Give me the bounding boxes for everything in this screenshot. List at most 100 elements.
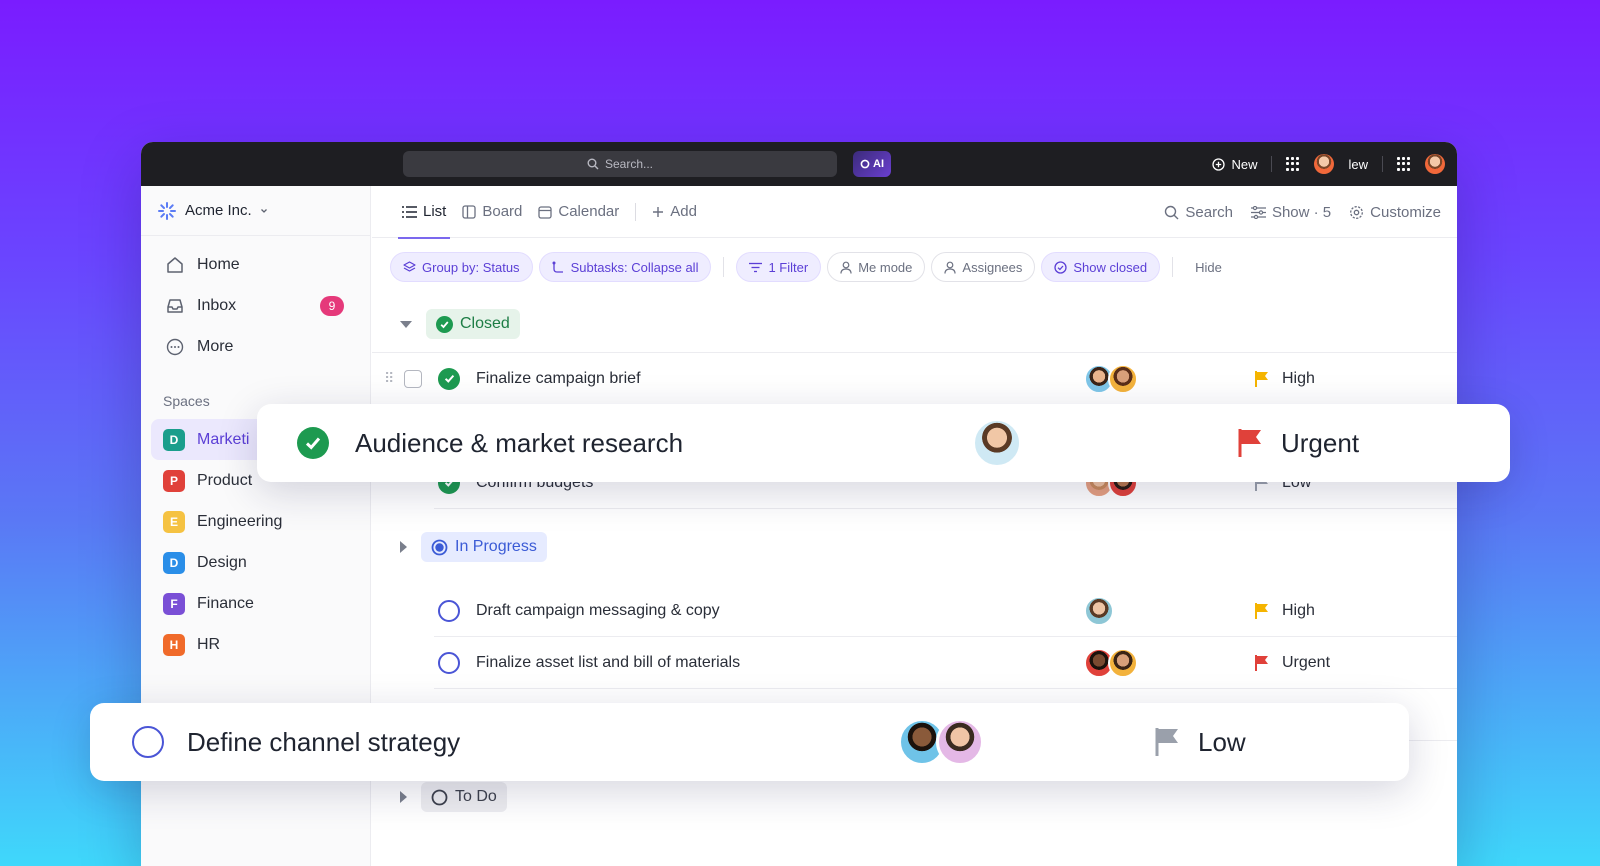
floating-task-card-channel[interactable]: Define channel strategy Low	[90, 703, 1409, 781]
status-open-icon[interactable]	[438, 599, 460, 622]
space-hr[interactable]: H HR	[141, 624, 370, 665]
nav-inbox[interactable]: Inbox 9	[141, 285, 370, 326]
space-finance[interactable]: F Finance	[141, 583, 370, 624]
gear-icon	[1350, 205, 1364, 219]
plus-circle-icon	[1212, 157, 1226, 171]
avatar[interactable]	[973, 419, 1021, 467]
apps-grid-icon[interactable]	[1397, 157, 1411, 171]
calendar-icon	[538, 205, 553, 219]
show-closed-label: Show closed	[1073, 259, 1148, 275]
apps-grid-icon[interactable]	[1286, 157, 1300, 171]
hide-button[interactable]: Hide	[1185, 260, 1232, 275]
priority-cell[interactable]: High	[1254, 370, 1315, 388]
inbox-icon	[165, 296, 185, 316]
task-name[interactable]: Finalize campaign brief	[476, 370, 641, 388]
assignees-label: Assignees	[962, 259, 1023, 275]
group-by-chip[interactable]: Group by: Status	[390, 252, 533, 282]
status-pill-todo: To Do	[421, 782, 507, 812]
status-todo-label: To Do	[455, 788, 497, 805]
flag-icon	[1155, 728, 1178, 756]
priority-label: Urgent	[1281, 427, 1360, 458]
flag-icon	[1255, 654, 1268, 671]
profile-avatar[interactable]	[1425, 154, 1445, 174]
space-engineering[interactable]: E Engineering	[141, 501, 370, 542]
space-engineering-icon: E	[163, 510, 185, 533]
add-view-button[interactable]: Add	[644, 186, 705, 238]
status-closed-label: Closed	[460, 315, 510, 332]
inbox-count-badge: 9	[320, 295, 344, 316]
chevron-right-icon[interactable]	[400, 791, 407, 803]
priority-cell[interactable]: High	[1254, 602, 1315, 620]
flag-icon	[1238, 429, 1261, 457]
divider	[1172, 257, 1174, 277]
user-avatar[interactable]	[1314, 154, 1335, 174]
tab-board[interactable]: Board	[454, 186, 530, 238]
status-in-progress-label: In Progress	[455, 538, 537, 555]
task-row[interactable]: ⠿ Finalize campaign brief High	[384, 353, 1457, 405]
show-closed-chip[interactable]: Show closed	[1041, 252, 1161, 282]
task-checkbox[interactable]	[404, 369, 422, 388]
check-circle-icon	[1054, 260, 1068, 274]
status-open-icon[interactable]	[438, 651, 460, 674]
workspace-switcher[interactable]: Acme Inc.	[141, 186, 370, 236]
floating-task-card-audience[interactable]: Audience & market research Urgent	[257, 404, 1510, 482]
priority-cell[interactable]: Low	[1154, 727, 1246, 758]
tab-list[interactable]: List	[394, 186, 454, 239]
space-engineering-label: Engineering	[197, 512, 283, 530]
search-placeholder: Search...	[604, 157, 654, 171]
task-name[interactable]: Audience & market research	[355, 428, 683, 459]
me-mode-chip[interactable]: Me mode	[827, 252, 926, 282]
group-header-in-progress[interactable]: In Progress	[372, 519, 1457, 575]
global-search-input[interactable]: Search...	[403, 151, 837, 177]
space-finance-icon: F	[163, 592, 185, 615]
ai-button[interactable]: AI	[853, 151, 891, 177]
drag-handle-icon[interactable]: ⠿	[384, 370, 394, 387]
nav-more[interactable]: More	[141, 326, 370, 367]
filter-bar: Group by: Status Subtasks: Collapse all …	[372, 238, 1457, 296]
search-label: Search	[1185, 203, 1233, 221]
subtasks-icon	[552, 261, 563, 273]
nav-inbox-label: Inbox	[197, 296, 237, 314]
assignee-avatars[interactable]	[1084, 647, 1138, 678]
assignee-avatars[interactable]	[1084, 363, 1138, 394]
nav-home[interactable]: Home	[141, 244, 370, 285]
new-label: New	[1231, 156, 1258, 172]
search-button[interactable]: Search	[1164, 204, 1233, 221]
priority-label: Urgent	[1282, 653, 1331, 671]
show-button[interactable]: Show · 5	[1250, 204, 1331, 221]
assignees-chip[interactable]: Assignees	[931, 252, 1036, 282]
chevron-down-icon[interactable]	[400, 320, 412, 328]
tab-calendar[interactable]: Calendar	[530, 186, 627, 238]
user-icon	[944, 261, 957, 274]
task-name[interactable]: Finalize asset list and bill of material…	[476, 654, 740, 672]
subtasks-chip[interactable]: Subtasks: Collapse all	[538, 252, 712, 282]
priority-cell[interactable]: Urgent	[1254, 654, 1330, 672]
flag-icon	[1255, 370, 1268, 387]
status-complete-icon[interactable]	[438, 367, 460, 390]
group-header-closed[interactable]: Closed	[372, 296, 1457, 352]
assignee-avatars[interactable]	[898, 718, 984, 766]
task-name[interactable]: Define channel strategy	[187, 727, 460, 758]
chevron-right-icon[interactable]	[400, 541, 407, 553]
priority-cell[interactable]: Urgent	[1237, 428, 1359, 459]
space-marketing-icon: D	[163, 428, 185, 451]
status-open-icon[interactable]	[132, 726, 164, 758]
add-view-label: Add	[670, 203, 697, 220]
task-row[interactable]: Draft campaign messaging & copy High	[434, 585, 1457, 637]
search-icon	[1165, 205, 1179, 219]
flag-icon	[1255, 602, 1268, 619]
status-pill-in-progress: In Progress	[421, 532, 547, 562]
space-design[interactable]: D Design	[141, 542, 370, 583]
status-complete-icon[interactable]	[297, 427, 329, 459]
tab-calendar-label: Calendar	[558, 203, 620, 220]
space-product-label: Product	[197, 471, 253, 489]
new-button[interactable]: New	[1212, 157, 1257, 172]
new-label-secondary[interactable]: lew	[1348, 157, 1368, 172]
task-row[interactable]: Finalize asset list and bill of material…	[434, 637, 1457, 689]
assignee-avatars[interactable]	[1084, 595, 1114, 626]
space-product-icon: P	[163, 469, 185, 492]
chevron-down-icon	[260, 208, 267, 213]
filter-chip[interactable]: 1 Filter	[736, 252, 822, 282]
customize-button[interactable]: Customize	[1349, 204, 1441, 221]
task-name[interactable]: Draft campaign messaging & copy	[476, 602, 720, 620]
